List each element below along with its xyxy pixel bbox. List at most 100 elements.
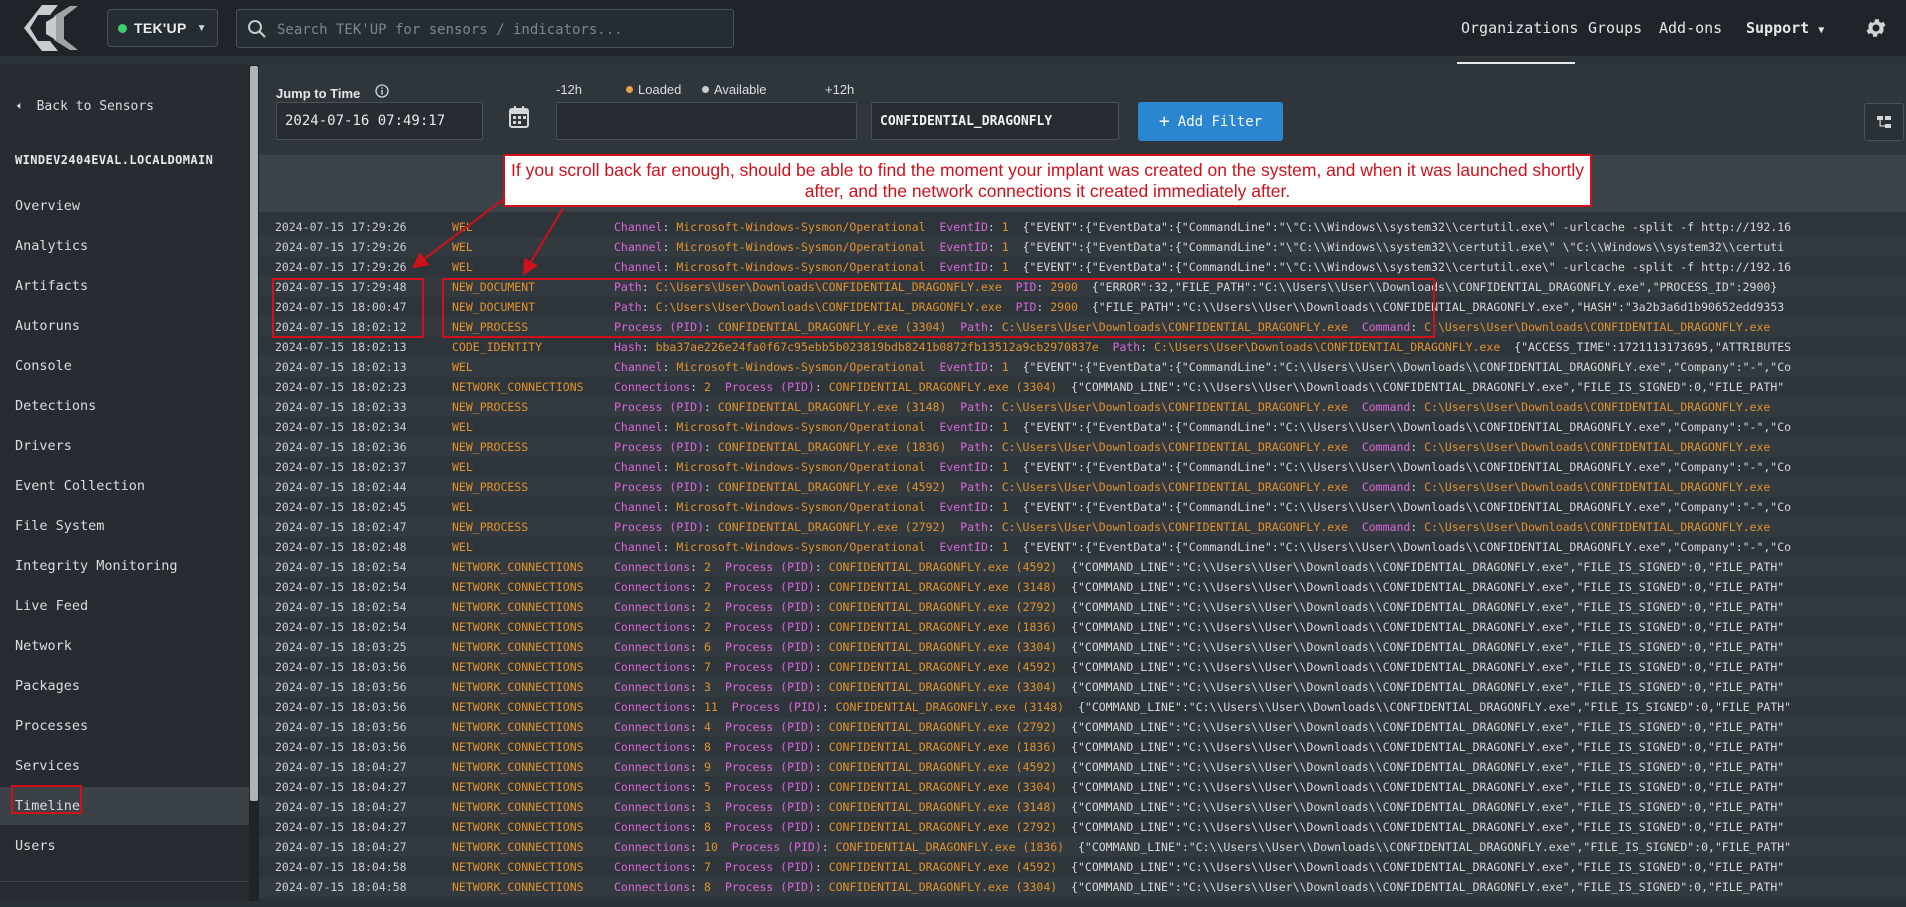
sidebar-scrollbar-thumb[interactable]: [250, 66, 258, 801]
sidebar-item-analytics[interactable]: Analytics: [0, 227, 249, 265]
sidebar-item-label: Drivers: [15, 438, 72, 454]
gear-icon[interactable]: [1864, 16, 1888, 40]
event-summary: Connections: 4 Process (PID): CONFIDENTI…: [614, 720, 1785, 734]
sidebar-item-processes[interactable]: Processes: [0, 707, 249, 745]
sidebar-item-drivers[interactable]: Drivers: [0, 427, 249, 465]
sidebar-item-timeline[interactable]: Timeline: [0, 787, 249, 825]
sidebar-item-label: Services: [15, 758, 81, 774]
field-value: CONFIDENTIAL_DRAGONFLY.exe (3304): [828, 880, 1058, 894]
nav-support[interactable]: Support ▼: [1746, 19, 1824, 37]
sensor-hostname: WINDEV2404EVAL.LOCALDOMAIN: [15, 153, 214, 167]
table-row[interactable]: 2024-07-15 18:02:13 WEL Channel: Microsoft…: [259, 357, 1906, 377]
event-type: NEW_PROCESS: [452, 320, 529, 334]
table-row[interactable]: 2024-07-15 18:02:54 NETWORK_CONNECTIONS Co…: [259, 617, 1906, 637]
field-key: Channel: [614, 420, 663, 434]
sidebar-item-overview[interactable]: Overview: [0, 187, 249, 225]
table-row[interactable]: 2024-07-15 18:04:58 NETWORK_CONNECTIONS Co…: [259, 877, 1906, 897]
field-key: Process (PID): [724, 660, 815, 674]
field-value: Microsoft-Windows-Sysmon/Operational: [676, 360, 926, 374]
table-row[interactable]: 2024-07-15 18:03:56 NETWORK_CONNECTIONS Co…: [259, 717, 1906, 737]
event-summary: Connections: 5 Process (PID): CONFIDENTI…: [614, 780, 1785, 794]
calendar-icon[interactable]: [508, 105, 530, 129]
table-row[interactable]: 2024-07-15 18:03:56 NETWORK_CONNECTIONS Co…: [259, 737, 1906, 757]
search-box[interactable]: [236, 9, 734, 49]
jump-to-time-input[interactable]: [276, 102, 483, 140]
table-row[interactable]: 2024-07-15 18:04:27 NETWORK_CONNECTIONS Co…: [259, 837, 1906, 857]
event-json: {"EVENT":{"EventData":{"CommandLine":"\"…: [1022, 260, 1792, 274]
table-row[interactable]: 2024-07-15 18:02:33 NEW_PROCESS Process (P…: [259, 397, 1906, 417]
limacharlie-logo[interactable]: [20, 2, 82, 54]
table-row[interactable]: 2024-07-15 18:02:13 CODE_IDENTITY Hash: bb…: [259, 337, 1906, 357]
table-row[interactable]: 2024-07-15 18:02:44 NEW_PROCESS Process (P…: [259, 477, 1906, 497]
sidebar-item-event-collection[interactable]: Event Collection: [0, 467, 249, 505]
table-row[interactable]: 2024-07-15 18:04:27 NETWORK_CONNECTIONS Co…: [259, 777, 1906, 797]
event-json: {"ACCESS_TIME":1721113173695,"ATTRIBUTES: [1514, 340, 1792, 354]
table-row[interactable]: 2024-07-15 18:02:37 WEL Channel: Microsoft…: [259, 457, 1906, 477]
field-value: CONFIDENTIAL_DRAGONFLY.exe (4592): [828, 760, 1058, 774]
field-key: Process (PID): [724, 880, 815, 894]
table-row[interactable]: 2024-07-15 18:02:47 NEW_PROCESS Process (P…: [259, 517, 1906, 537]
event-summary: Process (PID): CONFIDENTIAL_DRAGONFLY.ex…: [614, 400, 1771, 414]
nav-organizations[interactable]: Organizations: [1461, 19, 1578, 37]
table-row[interactable]: 2024-07-15 18:00:47 NEW_DOCUMENT Path: C:\…: [259, 297, 1906, 317]
sidebar-item-packages[interactable]: Packages: [0, 667, 249, 705]
field-value: 6: [704, 640, 711, 654]
event-type: WEL: [452, 260, 473, 274]
sidebar-item-live-feed[interactable]: Live Feed: [0, 587, 249, 625]
event-json: {"EVENT":{"EventData":{"CommandLine":"C:…: [1022, 540, 1792, 554]
nav-addons[interactable]: Add-ons: [1659, 19, 1722, 37]
table-row[interactable]: 2024-07-15 18:02:12 NEW_PROCESS Process (P…: [259, 317, 1906, 337]
field-key: Process (PID): [731, 700, 822, 714]
add-filter-button[interactable]: + Add Filter: [1138, 102, 1283, 141]
filter-input[interactable]: CONFIDENTIAL_DRAGONFLY: [871, 102, 1119, 140]
table-row[interactable]: 2024-07-15 18:02:54 NETWORK_CONNECTIONS Co…: [259, 577, 1906, 597]
sidebar-item-autoruns[interactable]: Autoruns: [0, 307, 249, 345]
table-row[interactable]: 2024-07-15 18:04:27 NETWORK_CONNECTIONS Co…: [259, 817, 1906, 837]
field-key: Process (PID): [724, 820, 815, 834]
table-row[interactable]: 2024-07-15 18:02:54 NETWORK_CONNECTIONS Co…: [259, 557, 1906, 577]
sidebar-item-services[interactable]: Services: [0, 747, 249, 785]
info-icon[interactable]: [375, 84, 389, 98]
event-summary: Connections: 8 Process (PID): CONFIDENTI…: [614, 880, 1785, 894]
table-row[interactable]: 2024-07-15 18:02:34 WEL Channel: Microsoft…: [259, 417, 1906, 437]
table-row[interactable]: 2024-07-15 17:29:26 WEL Channel: Microsoft…: [259, 257, 1906, 277]
search-input[interactable]: [275, 10, 729, 49]
table-row[interactable]: 2024-07-15 18:02:36 NEW_PROCESS Process (P…: [259, 437, 1906, 457]
nav-groups[interactable]: Groups: [1588, 19, 1642, 37]
table-row[interactable]: 2024-07-15 18:03:56 NETWORK_CONNECTIONS Co…: [259, 657, 1906, 677]
event-json: {"COMMAND_LINE":"C:\\Users\\User\\Downlo…: [1071, 680, 1785, 694]
back-to-sensors-link[interactable]: 🢐 Back to Sensors: [16, 97, 154, 119]
table-row[interactable]: 2024-07-15 18:02:23 NETWORK_CONNECTIONS Co…: [259, 377, 1906, 397]
table-row[interactable]: 2024-07-15 18:04:58 NETWORK_CONNECTIONS Co…: [259, 857, 1906, 877]
table-row[interactable]: 2024-07-15 18:03:56 NETWORK_CONNECTIONS Co…: [259, 697, 1906, 717]
table-row[interactable]: 2024-07-15 17:29:48 NEW_DOCUMENT Path: C:\…: [259, 277, 1906, 297]
field-key: Path: [1112, 340, 1141, 354]
sidebar-item-integrity-monitoring[interactable]: Integrity Monitoring: [0, 547, 249, 585]
table-row[interactable]: 2024-07-15 18:03:25 NETWORK_CONNECTIONS Co…: [259, 637, 1906, 657]
tree-view-button[interactable]: [1864, 103, 1904, 141]
sidebar-item-detections[interactable]: Detections: [0, 387, 249, 425]
table-row[interactable]: 2024-07-15 17:29:26 WEL Channel: Microsoft…: [259, 217, 1906, 237]
field-value: CONFIDENTIAL_DRAGONFLY.exe (2792): [828, 720, 1058, 734]
table-row[interactable]: 2024-07-15 18:04:27 NETWORK_CONNECTIONS Co…: [259, 797, 1906, 817]
field-value: CONFIDENTIAL_DRAGONFLY.exe (2792): [717, 520, 947, 534]
table-row[interactable]: 2024-07-15 18:02:45 WEL Channel: Microsoft…: [259, 497, 1906, 517]
sidebar-item-file-system[interactable]: File System: [0, 507, 249, 545]
time-range-slider[interactable]: [556, 102, 857, 140]
sidebar-item-network[interactable]: Network: [0, 627, 249, 665]
event-timestamp: 2024-07-15 17:29:48: [275, 280, 407, 294]
field-key: Process (PID): [614, 440, 705, 454]
sidebar-item-console[interactable]: Console: [0, 347, 249, 385]
event-summary: Channel: Microsoft-Windows-Sysmon/Operat…: [614, 240, 1785, 254]
table-row[interactable]: 2024-07-15 18:02:48 WEL Channel: Microsoft…: [259, 537, 1906, 557]
sidebar-item-artifacts[interactable]: Artifacts: [0, 267, 249, 305]
field-value: CONFIDENTIAL_DRAGONFLY.exe (3304): [717, 320, 947, 334]
table-row[interactable]: 2024-07-15 18:04:27 NETWORK_CONNECTIONS Co…: [259, 757, 1906, 777]
sidebar-divider: [0, 881, 249, 882]
org-selector[interactable]: TEK'UP ▼: [107, 9, 218, 47]
sidebar-item-users[interactable]: Users: [0, 827, 249, 865]
event-summary: Channel: Microsoft-Windows-Sysmon/Operat…: [614, 260, 1792, 274]
table-row[interactable]: 2024-07-15 18:02:54 NETWORK_CONNECTIONS Co…: [259, 597, 1906, 617]
table-row[interactable]: 2024-07-15 17:29:26 WEL Channel: Microsoft…: [259, 237, 1906, 257]
table-row[interactable]: 2024-07-15 18:03:56 NETWORK_CONNECTIONS Co…: [259, 677, 1906, 697]
